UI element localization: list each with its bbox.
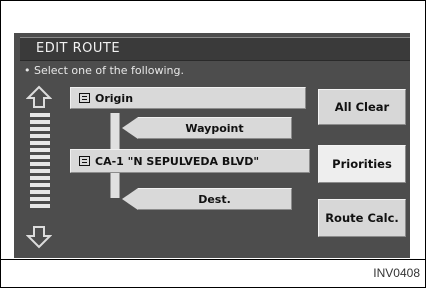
origin-item[interactable]: Origin	[70, 87, 306, 109]
priorities-label: Priorities	[332, 157, 392, 171]
instruction-text: • Select one of the following.	[24, 64, 184, 77]
route-calc-label: Route Calc.	[325, 211, 399, 225]
route-calc-button[interactable]: Route Calc.	[318, 199, 406, 237]
scroll-segment	[30, 162, 50, 166]
street-item[interactable]: CA-1 "N SEPULVEDA BLVD"	[70, 149, 310, 173]
street-label: CA-1 "N SEPULVEDA BLVD"	[95, 154, 260, 168]
dest-item[interactable]: Dest.	[122, 188, 292, 210]
title-bar: EDIT ROUTE	[20, 37, 410, 61]
scroll-segment	[30, 190, 50, 194]
scroll-segment	[30, 169, 50, 173]
origin-flag-icon	[79, 93, 90, 103]
dest-arrow-icon	[122, 188, 138, 210]
nav-screen: EDIT ROUTE • Select one of the following…	[14, 33, 410, 258]
scroll-segment	[30, 141, 50, 145]
scroll-segment	[30, 176, 50, 180]
scroll-segment	[30, 148, 50, 152]
scroll-segment	[30, 204, 50, 208]
screen-title: EDIT ROUTE	[36, 41, 121, 56]
scroll-segment	[30, 113, 50, 117]
waypoint-item[interactable]: Waypoint	[122, 117, 292, 139]
scroll-segment	[30, 134, 50, 138]
dest-label: Dest.	[198, 192, 231, 206]
scroll-segment	[30, 155, 50, 159]
waypoint-label: Waypoint	[185, 121, 244, 135]
all-clear-button[interactable]: All Clear	[318, 89, 406, 125]
scroll-segment	[30, 120, 50, 124]
street-flag-icon	[79, 156, 90, 166]
scroll-down-icon[interactable]	[26, 225, 52, 249]
origin-label: Origin	[95, 91, 134, 105]
scroll-track[interactable]	[30, 113, 50, 223]
scroll-segment	[30, 183, 50, 187]
scroll-up-icon[interactable]	[26, 85, 52, 109]
all-clear-label: All Clear	[334, 100, 390, 114]
priorities-button[interactable]: Priorities	[318, 145, 406, 183]
scroll-segment	[30, 197, 50, 201]
waypoint-arrow-icon	[122, 117, 138, 139]
scroll-segment	[30, 127, 50, 131]
caption-divider	[0, 259, 426, 260]
figure-caption: INV0408	[373, 266, 420, 280]
